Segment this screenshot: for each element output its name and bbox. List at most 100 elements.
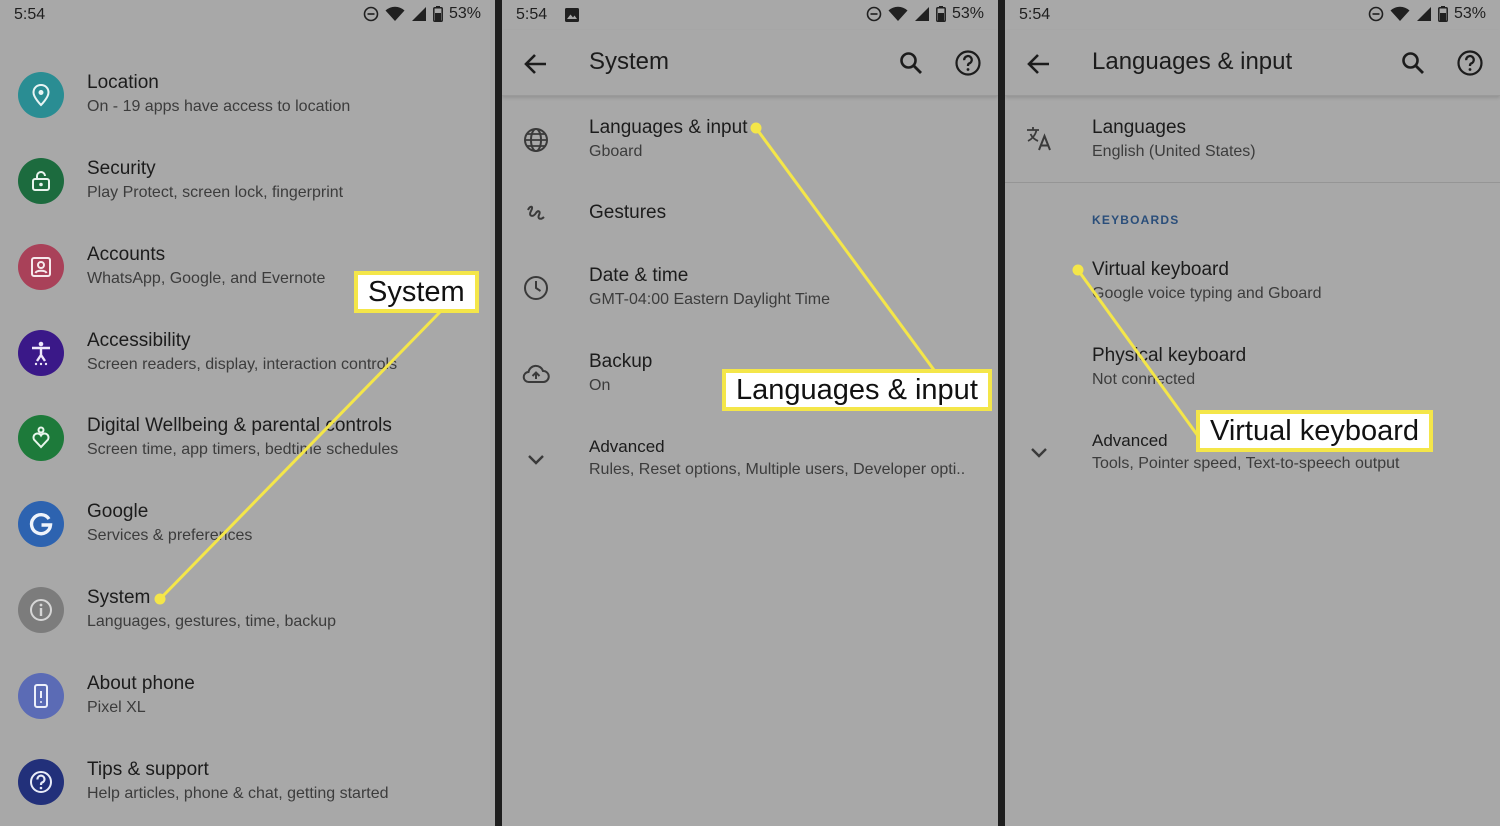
advanced-title: Advanced (1092, 431, 1168, 450)
settings-item-google[interactable]: Google Services & preferences (0, 499, 495, 555)
system-item-title: Advanced (589, 437, 665, 456)
battery-icon (433, 6, 443, 22)
dnd-icon (363, 6, 379, 22)
battery-icon (936, 6, 946, 22)
callout-languages-input: Languages & input (722, 369, 992, 411)
settings-item-title: About phone (87, 673, 195, 694)
battery-percent: 53% (448, 5, 481, 22)
settings-item-system[interactable]: System Languages, gestures, time, backup (0, 585, 495, 641)
chevron-down-icon (1025, 438, 1053, 466)
help-icon[interactable] (1456, 49, 1484, 77)
status-bar: 5:54 53% (0, 0, 495, 30)
globe-icon (522, 126, 550, 154)
system-item-subtitle: Rules, Reset options, Multiple users, De… (589, 461, 966, 478)
help-icon[interactable] (954, 49, 982, 77)
status-time: 5:54 (516, 6, 548, 23)
accessibility-icon (18, 330, 64, 376)
status-time: 5:54 (1019, 6, 1051, 23)
app-bar: Languages & input (1005, 30, 1500, 96)
settings-item-security[interactable]: Security Play Protect, screen lock, fing… (0, 156, 495, 212)
translate-icon (1025, 124, 1053, 152)
settings-item-title: Accessibility (87, 330, 191, 351)
settings-item-subtitle: WhatsApp, Google, and Evernote (87, 270, 326, 287)
status-icons: 53% (866, 5, 984, 23)
wellbeing-icon (18, 415, 64, 461)
settings-item-title: Accounts (87, 244, 166, 265)
system-item-title: Gestures (589, 202, 667, 223)
settings-item-subtitle: Services & preferences (87, 527, 253, 544)
system-item-subtitle: On (589, 377, 611, 394)
settings-item-subtitle: On - 19 apps have access to location (87, 98, 351, 115)
system-panel: 5:54 53% System Languages & input Gboard… (502, 0, 998, 826)
settings-item-title: Google (87, 501, 149, 522)
divider (1005, 182, 1500, 183)
dnd-icon (866, 6, 882, 22)
callout-system: System (354, 271, 479, 313)
system-item-languages-input[interactable]: Languages & input Gboard (502, 116, 998, 166)
battery-percent: 53% (1453, 5, 1486, 22)
settings-item-subtitle: Help articles, phone & chat, getting sta… (87, 785, 389, 802)
back-arrow-icon[interactable] (1025, 50, 1053, 78)
settings-item-subtitle: Pixel XL (87, 699, 146, 716)
search-icon[interactable] (898, 50, 924, 76)
status-icons: 53% (1368, 5, 1486, 23)
physical-keyboard-subtitle: Not connected (1092, 371, 1196, 388)
physical-keyboard-item[interactable]: Physical keyboard Not connected (1005, 344, 1500, 394)
system-item-advanced[interactable]: Advanced Rules, Reset options, Multiple … (502, 437, 998, 483)
settings-item-subtitle: Screen readers, display, interaction con… (87, 356, 398, 373)
app-bar: System (502, 30, 998, 96)
wifi-icon (888, 6, 908, 21)
settings-item-subtitle: Play Protect, screen lock, fingerprint (87, 184, 344, 201)
gesture-icon (522, 200, 550, 228)
settings-item-title: Tips & support (87, 759, 209, 780)
battery-percent: 53% (951, 5, 984, 22)
help-icon (18, 759, 64, 805)
virtual-keyboard-title: Virtual keyboard (1092, 259, 1229, 280)
status-bar: 5:54 53% (1005, 0, 1500, 30)
system-item-title: Date & time (589, 265, 689, 286)
section-header-keyboards: KEYBOARDS (1092, 213, 1180, 227)
settings-item-subtitle: Screen time, app timers, bedtime schedul… (87, 441, 399, 458)
virtual-keyboard-subtitle: Google voice typing and Gboard (1092, 285, 1322, 302)
system-item-date-time[interactable]: Date & time GMT-04:00 Eastern Daylight T… (502, 264, 998, 314)
lock-icon (18, 158, 64, 204)
advanced-subtitle: Tools, Pointer speed, Text-to-speech out… (1092, 455, 1400, 472)
settings-item-title: System (87, 587, 151, 608)
wifi-icon (1390, 6, 1410, 21)
virtual-keyboard-item[interactable]: Virtual keyboard Google voice typing and… (1005, 258, 1500, 308)
settings-item-accessibility[interactable]: Accessibility Screen readers, display, i… (0, 328, 495, 384)
status-bar: 5:54 53% (502, 0, 998, 30)
settings-item-title: Location (87, 72, 159, 93)
status-time: 5:54 (14, 6, 46, 23)
languages-item-title: Languages (1092, 117, 1187, 138)
signal-icon (411, 7, 426, 21)
back-arrow-icon[interactable] (522, 50, 550, 78)
languages-item[interactable]: Languages English (United States) (1005, 116, 1500, 166)
wifi-icon (385, 6, 405, 21)
system-item-subtitle: Gboard (589, 143, 643, 160)
signal-icon (914, 7, 929, 21)
settings-item-about-phone[interactable]: About phone Pixel XL (0, 671, 495, 727)
page-title: Languages & input (1092, 48, 1293, 75)
settings-item-digital-wellbeing[interactable]: Digital Wellbeing & parental controls Sc… (0, 413, 495, 469)
location-pin-icon (18, 72, 64, 118)
image-notification-icon (565, 8, 579, 22)
system-item-title: Languages & input (589, 117, 748, 138)
info-icon (18, 587, 64, 633)
system-item-gestures[interactable]: Gestures (502, 200, 998, 230)
settings-panel: 5:54 53% Location On - 19 apps have acce… (0, 0, 495, 826)
search-icon[interactable] (1400, 50, 1426, 76)
settings-item-location[interactable]: Location On - 19 apps have access to loc… (0, 70, 495, 126)
languages-item-subtitle: English (United States) (1092, 143, 1256, 160)
battery-icon (1438, 6, 1448, 22)
callout-virtual-keyboard: Virtual keyboard (1196, 410, 1434, 452)
settings-item-title: Digital Wellbeing & parental controls (87, 415, 392, 436)
account-box-icon (18, 244, 64, 290)
settings-item-subtitle: Languages, gestures, time, backup (87, 613, 337, 630)
system-item-subtitle: GMT-04:00 Eastern Daylight Time (589, 291, 830, 308)
phone-icon (18, 673, 64, 719)
cloud-upload-icon (522, 360, 550, 388)
settings-item-tips-support[interactable]: Tips & support Help articles, phone & ch… (0, 757, 495, 813)
page-title: System (589, 48, 670, 75)
physical-keyboard-title: Physical keyboard (1092, 345, 1247, 366)
